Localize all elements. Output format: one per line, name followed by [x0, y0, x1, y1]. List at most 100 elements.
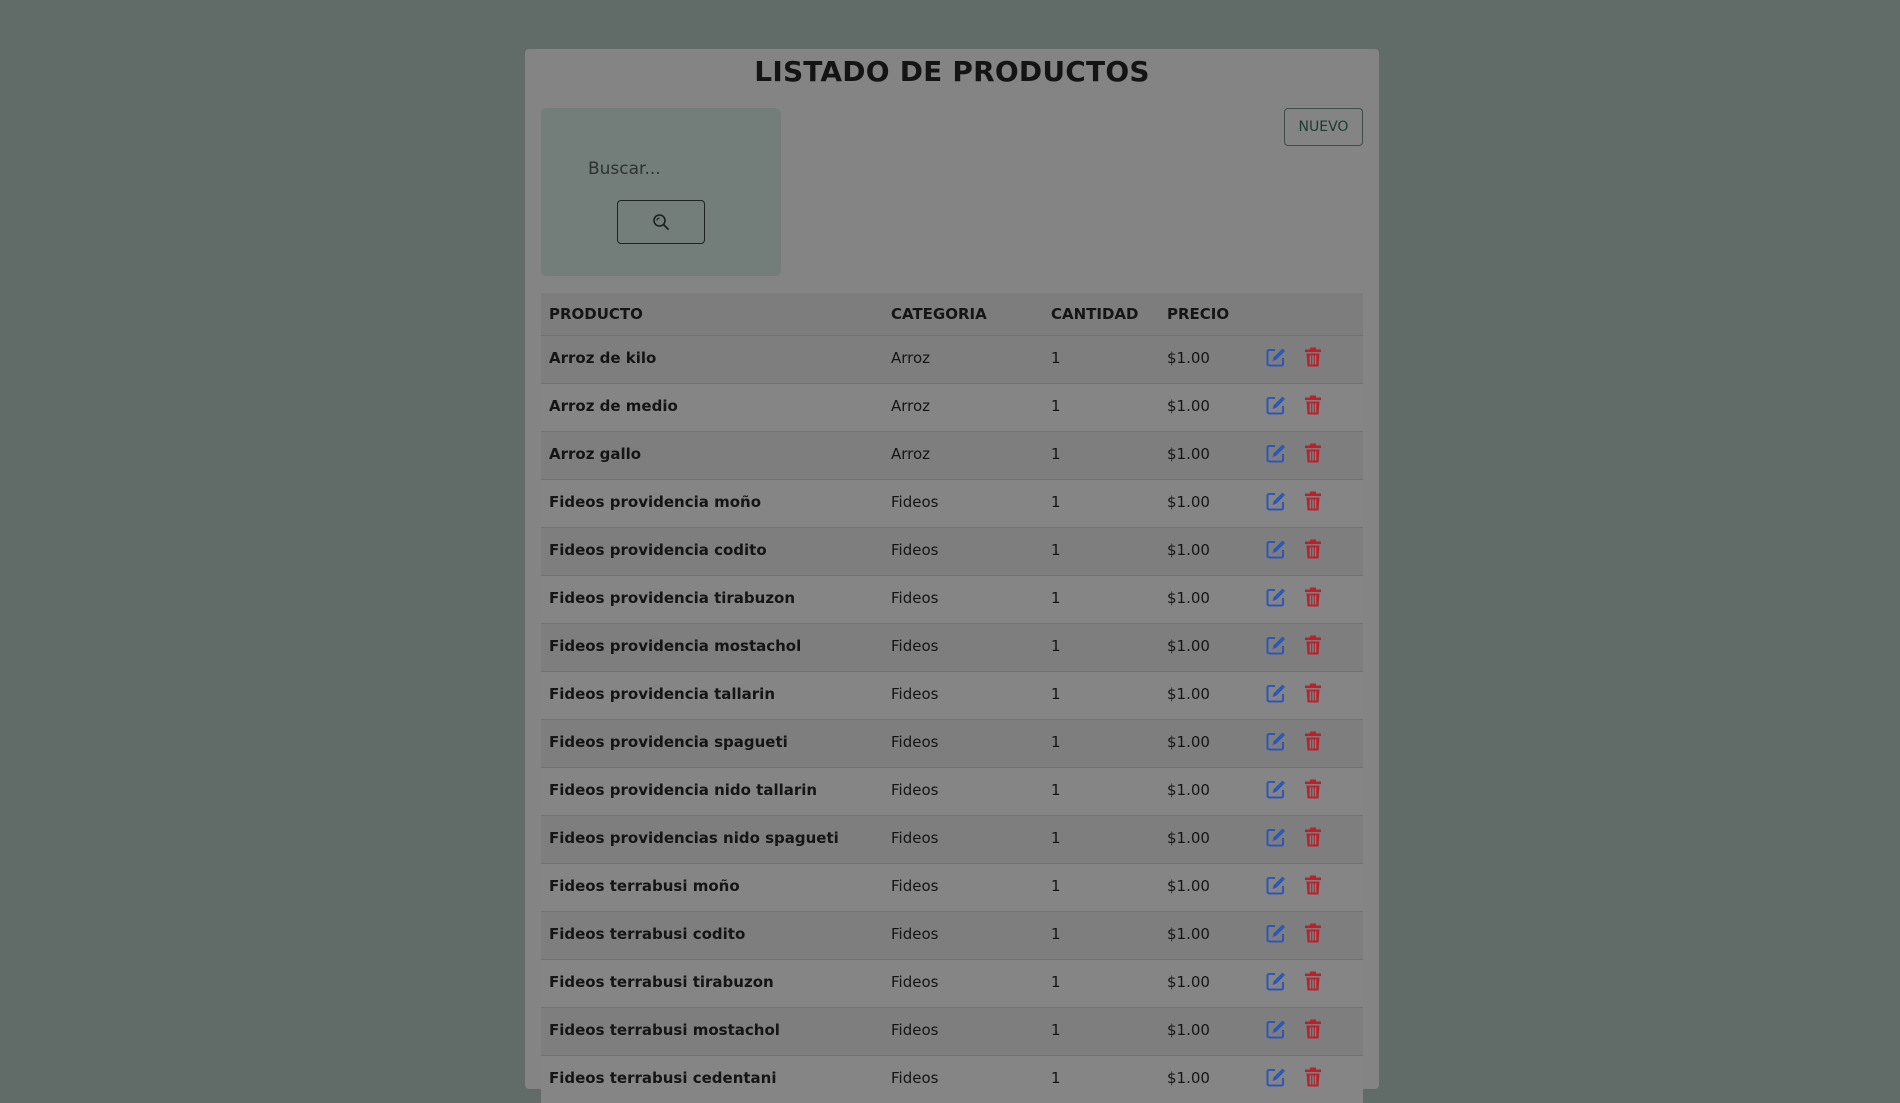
quantity-cell: 1: [1043, 718, 1159, 767]
edit-button[interactable]: [1265, 490, 1287, 512]
quantity-cell: 1: [1043, 910, 1159, 959]
quantity-cell: 1: [1043, 1054, 1159, 1103]
trash-icon: [1305, 827, 1321, 846]
edit-button[interactable]: [1265, 778, 1287, 800]
edit-icon: [1266, 924, 1285, 942]
column-header-actions: [1257, 293, 1363, 336]
delete-button[interactable]: [1302, 538, 1324, 560]
price-cell: $1.00: [1159, 430, 1257, 479]
quantity-cell: 1: [1043, 958, 1159, 1007]
actions-cell: [1257, 382, 1363, 431]
edit-button[interactable]: [1265, 874, 1287, 896]
edit-button[interactable]: [1265, 634, 1287, 656]
product-name-cell: Fideos terrabusi codito: [541, 910, 883, 959]
product-name-cell: Fideos terrabusi tirabuzon: [541, 958, 883, 1007]
search-icon: [653, 214, 669, 230]
edit-button[interactable]: [1265, 586, 1287, 608]
products-table-wrapper: PRODUCTO CATEGORIA CANTIDAD PRECIO Arroz…: [541, 293, 1363, 1103]
delete-button[interactable]: [1302, 826, 1324, 848]
delete-button[interactable]: [1302, 490, 1324, 512]
edit-icon: [1266, 780, 1285, 798]
price-cell: $1.00: [1159, 670, 1257, 719]
search-input[interactable]: [570, 152, 760, 186]
delete-button[interactable]: [1302, 778, 1324, 800]
edit-button[interactable]: [1265, 1066, 1287, 1088]
search-panel: [541, 108, 781, 276]
actions-cell: [1257, 766, 1363, 815]
edit-icon: [1266, 636, 1285, 654]
category-cell: Fideos: [883, 814, 1043, 863]
table-row: Fideos terrabusi codito Fideos 1 $1.00: [541, 910, 1363, 959]
edit-button[interactable]: [1265, 394, 1287, 416]
quantity-cell: 1: [1043, 1006, 1159, 1055]
delete-button[interactable]: [1302, 634, 1324, 656]
new-product-button[interactable]: NUEVO: [1284, 108, 1363, 146]
price-cell: $1.00: [1159, 1006, 1257, 1055]
price-cell: $1.00: [1159, 334, 1257, 383]
quantity-cell: 1: [1043, 334, 1159, 383]
category-cell: Arroz: [883, 430, 1043, 479]
price-cell: $1.00: [1159, 526, 1257, 575]
trash-icon: [1305, 1067, 1321, 1086]
table-row: Fideos providencia mostachol Fideos 1 $1.00: [541, 622, 1363, 671]
search-button[interactable]: [617, 200, 705, 244]
edit-icon: [1266, 396, 1285, 414]
delete-button[interactable]: [1302, 874, 1324, 896]
edit-icon: [1266, 828, 1285, 846]
edit-button[interactable]: [1265, 1018, 1287, 1040]
category-cell: Fideos: [883, 670, 1043, 719]
edit-icon: [1266, 348, 1285, 366]
product-name-cell: Fideos providencia nido tallarin: [541, 766, 883, 815]
trash-icon: [1305, 923, 1321, 942]
delete-button[interactable]: [1302, 346, 1324, 368]
product-name-cell: Fideos terrabusi mostachol: [541, 1006, 883, 1055]
delete-button[interactable]: [1302, 1018, 1324, 1040]
edit-button[interactable]: [1265, 730, 1287, 752]
edit-icon: [1266, 732, 1285, 750]
quantity-cell: 1: [1043, 622, 1159, 671]
edit-button[interactable]: [1265, 346, 1287, 368]
actions-cell: [1257, 910, 1363, 959]
product-name-cell: Arroz de kilo: [541, 334, 883, 383]
quantity-cell: 1: [1043, 526, 1159, 575]
product-name-cell: Arroz gallo: [541, 430, 883, 479]
product-name-cell: Fideos terrabusi cedentani: [541, 1054, 883, 1103]
quantity-cell: 1: [1043, 814, 1159, 863]
delete-button[interactable]: [1302, 970, 1324, 992]
table-row: Arroz de kilo Arroz 1 $1.00: [541, 334, 1363, 383]
trash-icon: [1305, 683, 1321, 702]
category-cell: Fideos: [883, 526, 1043, 575]
edit-button[interactable]: [1265, 442, 1287, 464]
actions-cell: [1257, 1054, 1363, 1103]
category-cell: Fideos: [883, 478, 1043, 527]
edit-icon: [1266, 1068, 1285, 1086]
edit-button[interactable]: [1265, 970, 1287, 992]
actions-cell: [1257, 430, 1363, 479]
category-cell: Fideos: [883, 574, 1043, 623]
delete-button[interactable]: [1302, 442, 1324, 464]
category-cell: Fideos: [883, 622, 1043, 671]
table-row: Fideos providencias nido spagueti Fideos 1…: [541, 814, 1363, 863]
edit-button[interactable]: [1265, 922, 1287, 944]
price-cell: $1.00: [1159, 382, 1257, 431]
trash-icon: [1305, 731, 1321, 750]
delete-button[interactable]: [1302, 730, 1324, 752]
product-name-cell: Fideos providencias nido spagueti: [541, 814, 883, 863]
delete-button[interactable]: [1302, 394, 1324, 416]
price-cell: $1.00: [1159, 766, 1257, 815]
table-row: Fideos providencia nido tallarin Fideos 1 $…: [541, 766, 1363, 815]
edit-button[interactable]: [1265, 538, 1287, 560]
delete-button[interactable]: [1302, 586, 1324, 608]
quantity-cell: 1: [1043, 766, 1159, 815]
delete-button[interactable]: [1302, 682, 1324, 704]
delete-button[interactable]: [1302, 922, 1324, 944]
actions-cell: [1257, 814, 1363, 863]
trash-icon: [1305, 395, 1321, 414]
trash-icon: [1305, 587, 1321, 606]
price-cell: $1.00: [1159, 574, 1257, 623]
edit-button[interactable]: [1265, 682, 1287, 704]
trash-icon: [1305, 635, 1321, 654]
trash-icon: [1305, 875, 1321, 894]
delete-button[interactable]: [1302, 1066, 1324, 1088]
edit-button[interactable]: [1265, 826, 1287, 848]
